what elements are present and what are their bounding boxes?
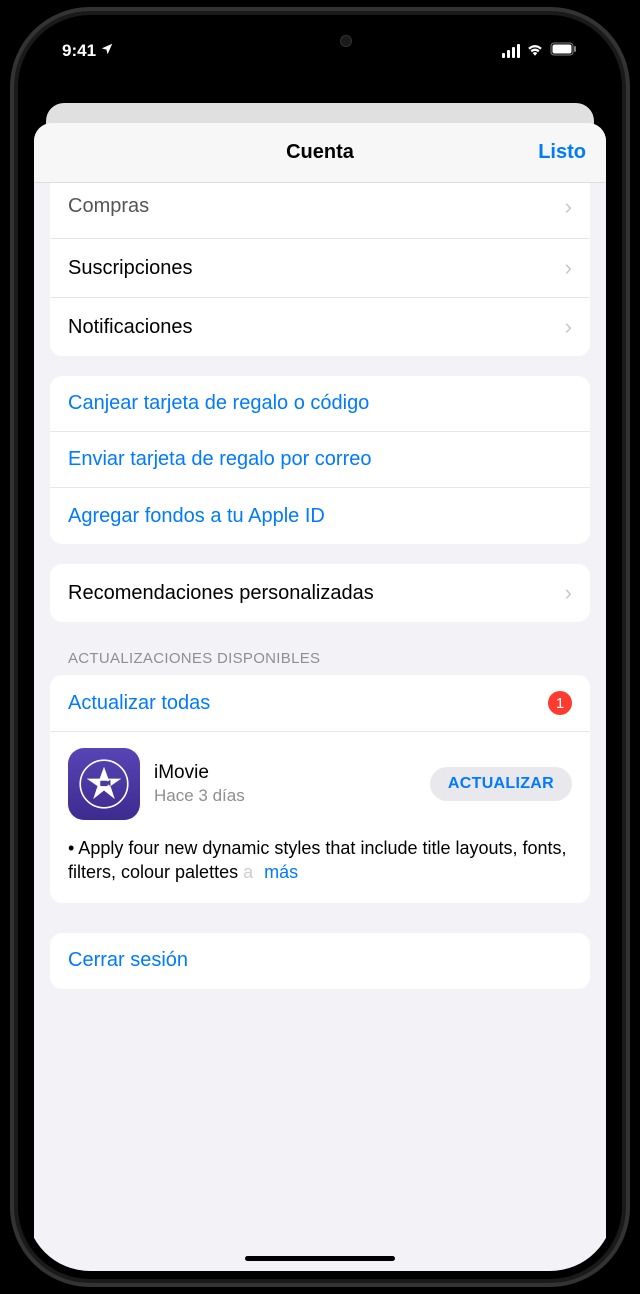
phone-screen: 9:41 Cuenta Listo xyxy=(26,23,614,1271)
notch xyxy=(230,23,410,55)
update-button[interactable]: ACTUALIZAR xyxy=(430,767,572,801)
camera-dot xyxy=(340,35,352,47)
notifications-label: Notificaciones xyxy=(68,316,193,339)
app-info: iMovie Hace 3 días xyxy=(154,762,416,806)
signout-section: Cerrar sesión xyxy=(50,933,590,989)
update-count-badge: 1 xyxy=(548,691,572,715)
updates-header: ACTUALIZACIONES DISPONIBLES xyxy=(50,622,590,675)
app-header: iMovie Hace 3 días ACTUALIZAR xyxy=(68,748,572,820)
chevron-right-icon: › xyxy=(565,580,572,606)
status-time-group: 9:41 xyxy=(62,41,114,61)
purchases-label: Compras xyxy=(68,195,149,218)
add-funds-label: Agregar fondos a tu Apple ID xyxy=(68,505,325,528)
chevron-right-icon: › xyxy=(565,314,572,340)
send-gift-label: Enviar tarjeta de regalo por correo xyxy=(68,448,372,471)
notifications-row[interactable]: Notificaciones › xyxy=(50,298,590,356)
home-indicator[interactable] xyxy=(245,1256,395,1261)
recommendations-label: Recomendaciones personalizadas xyxy=(68,582,374,605)
update-all-label: Actualizar todas xyxy=(68,692,210,715)
gift-card-section: Canjear tarjeta de regalo o código Envia… xyxy=(50,376,590,544)
done-button[interactable]: Listo xyxy=(538,141,586,164)
star-icon xyxy=(77,757,131,811)
purchases-row[interactable]: Compras › xyxy=(50,183,590,239)
more-link[interactable]: más xyxy=(258,862,298,882)
redeem-gift-row[interactable]: Canjear tarjeta de regalo o código xyxy=(50,376,590,432)
chevron-right-icon: › xyxy=(565,194,572,220)
wifi-icon xyxy=(526,41,544,61)
account-sheet: Cuenta Listo Compras › Suscripciones › N… xyxy=(34,123,606,1271)
signout-row[interactable]: Cerrar sesión xyxy=(50,933,590,989)
signal-icon xyxy=(502,44,520,58)
account-section-1: Compras › Suscripciones › Notificaciones… xyxy=(50,183,590,356)
imovie-app-icon[interactable] xyxy=(68,748,140,820)
status-time: 9:41 xyxy=(62,41,96,61)
subscriptions-label: Suscripciones xyxy=(68,257,193,280)
battery-icon xyxy=(550,41,578,61)
app-update-time: Hace 3 días xyxy=(154,786,416,806)
phone-frame: 9:41 Cuenta Listo xyxy=(10,7,630,1287)
signout-label: Cerrar sesión xyxy=(68,949,188,972)
status-icons xyxy=(502,41,578,61)
page-title: Cuenta xyxy=(286,141,354,164)
update-all-row[interactable]: Actualizar todas 1 xyxy=(50,675,590,732)
content-scroll[interactable]: Compras › Suscripciones › Notificaciones… xyxy=(34,183,606,1271)
redeem-gift-label: Canjear tarjeta de regalo o código xyxy=(68,392,369,415)
location-icon xyxy=(100,41,114,61)
add-funds-row[interactable]: Agregar fondos a tu Apple ID xyxy=(50,488,590,544)
release-notes-text: • Apply four new dynamic styles that inc… xyxy=(68,838,567,882)
recommendations-section: Recomendaciones personalizadas › xyxy=(50,564,590,622)
updates-section: Actualizar todas 1 xyxy=(50,675,590,903)
subscriptions-row[interactable]: Suscripciones › xyxy=(50,239,590,298)
app-name: iMovie xyxy=(154,762,416,784)
recommendations-row[interactable]: Recomendaciones personalizadas › xyxy=(50,564,590,622)
nav-bar: Cuenta Listo xyxy=(34,123,606,183)
release-notes[interactable]: • Apply four new dynamic styles that inc… xyxy=(68,836,572,885)
chevron-right-icon: › xyxy=(565,255,572,281)
send-gift-row[interactable]: Enviar tarjeta de regalo por correo xyxy=(50,432,590,488)
release-notes-fade: a xyxy=(243,862,253,882)
app-update-row: iMovie Hace 3 días ACTUALIZAR • Apply fo… xyxy=(50,732,590,903)
